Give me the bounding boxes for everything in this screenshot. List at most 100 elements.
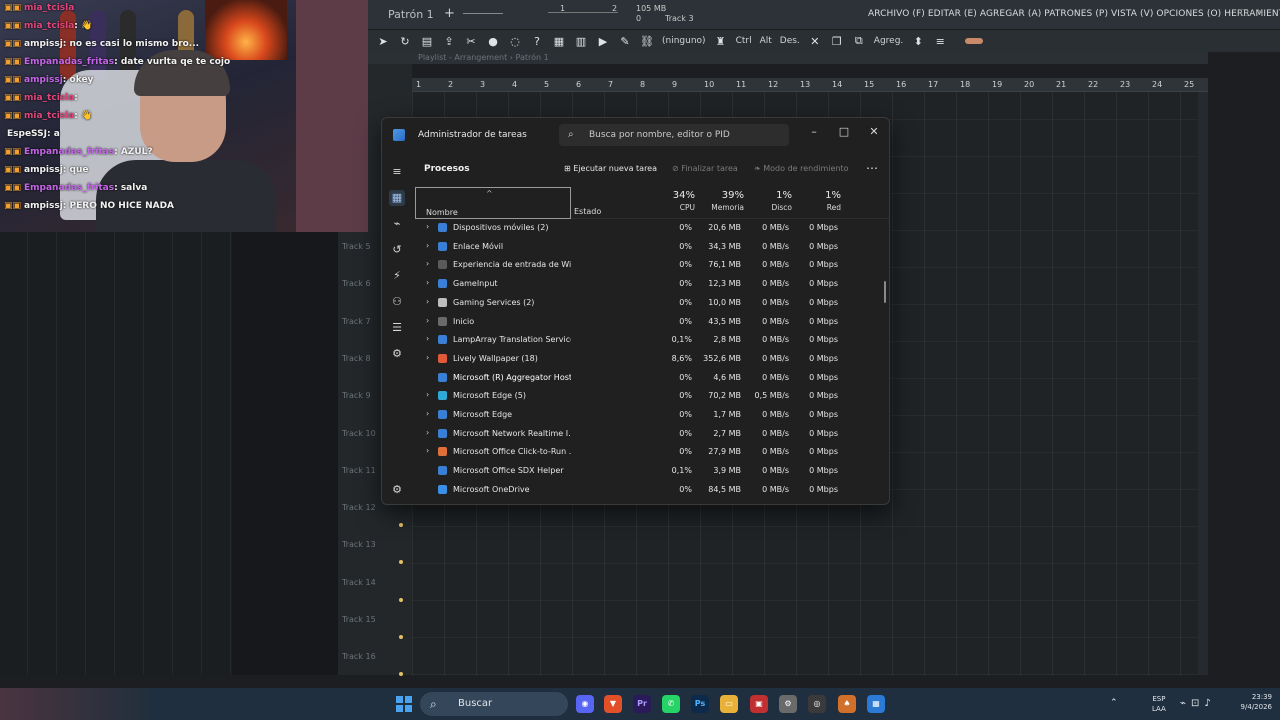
process-row[interactable]: › Enlace Móvil 0% 34,3 MB 0 MB/s 0 Mbps <box>415 238 885 256</box>
tempo-slider[interactable] <box>548 12 618 13</box>
chevron-right-icon[interactable]: › <box>426 222 429 231</box>
mixer-channel-strip[interactable] <box>116 232 144 675</box>
disk-column-header[interactable]: 1% Disco <box>742 190 792 214</box>
refresh-icon[interactable]: ↻ <box>398 35 412 48</box>
mic-icon[interactable]: ● <box>486 35 500 48</box>
maximize-button[interactable]: □ <box>830 122 858 142</box>
link-icon[interactable]: ⛓ <box>640 35 654 48</box>
premiere-icon[interactable]: Pr <box>633 695 651 713</box>
start-icon[interactable] <box>396 696 412 712</box>
end-task-button[interactable]: ⊘ Finalizar tarea <box>672 164 738 173</box>
discord-icon[interactable]: ◉ <box>576 695 594 713</box>
task-manager-titlebar[interactable]: Administrador de tareas ⌕ Busca por nomb… <box>382 118 889 154</box>
piano-icon[interactable]: ▥ <box>574 35 588 48</box>
mixer-channel-strip[interactable] <box>29 232 57 675</box>
chat-username[interactable]: mia_tcisla <box>24 111 74 121</box>
track-label[interactable]: Track 5 <box>342 242 371 251</box>
process-row[interactable]: › GameInput 0% 12,3 MB 0 MB/s 0 Mbps <box>415 275 885 293</box>
brush-icon[interactable]: ✎ <box>618 35 632 48</box>
chevron-right-icon[interactable]: › <box>426 297 429 306</box>
track-label[interactable]: Track 15 <box>342 615 376 624</box>
efficiency-mode-button[interactable]: ❧ Modo de rendimiento <box>754 164 849 173</box>
process-row[interactable]: Microsoft Office SDX Helper 0,1% 3,9 MB 0 M… <box>415 462 885 480</box>
alt-button[interactable]: Alt <box>760 36 772 46</box>
chevron-right-icon[interactable]: › <box>426 390 429 399</box>
chevron-right-icon[interactable]: › <box>426 316 429 325</box>
des-button[interactable]: Des. <box>780 36 800 46</box>
clock[interactable]: 23:39 9/4/2026 <box>1241 692 1272 712</box>
close-button[interactable]: ✕ <box>860 122 888 142</box>
task-manager-icon[interactable]: ▦ <box>867 695 885 713</box>
process-list-scrollbar[interactable] <box>884 281 886 303</box>
process-row[interactable]: › Dispositivos móviles (2) 0% 20,6 MB 0 MB/s… <box>415 219 885 237</box>
run-new-task-button[interactable]: ⊞ Ejecutar nueva tarea <box>564 164 657 173</box>
track-label[interactable]: Track 7 <box>342 317 371 326</box>
taskbar-widget[interactable] <box>0 688 150 720</box>
taskbar-search[interactable]: ⌕ Buscar <box>420 692 568 716</box>
help-icon[interactable]: ? <box>530 35 544 48</box>
close-icon[interactable]: ✕ <box>808 35 822 48</box>
grid-icon[interactable]: ▦ <box>552 35 566 48</box>
chevron-up-icon[interactable]: ⌃ <box>1110 698 1118 708</box>
chat-icon[interactable]: ◌ <box>508 35 522 48</box>
track-label[interactable]: Track 6 <box>342 279 371 288</box>
track-mute-indicator[interactable] <box>399 523 403 528</box>
track-label[interactable]: Track 13 <box>342 540 376 549</box>
process-row[interactable]: Microsoft OneDrive 0% 84,5 MB 0 MB/s 0 Mbps <box>415 481 885 499</box>
status-column-header[interactable]: Estado <box>574 207 601 216</box>
fl-studio-icon[interactable]: ♠ <box>838 695 856 713</box>
pattern-selector[interactable]: Patrón 1 <box>388 8 434 21</box>
list-icon[interactable]: ≡ <box>933 35 947 48</box>
chat-username[interactable]: Empanadas_fritas <box>24 57 114 67</box>
processes-nav-icon[interactable]: ▦ <box>389 190 405 206</box>
track-label[interactable]: Track 8 <box>342 354 371 363</box>
chevron-right-icon[interactable]: › <box>426 334 429 343</box>
ctrl-button[interactable]: Ctrl <box>736 36 752 46</box>
details-nav-icon[interactable]: ☰ <box>389 320 405 336</box>
language-indicator[interactable]: ESP LAA <box>1152 694 1166 714</box>
chevron-right-icon[interactable]: › <box>426 353 429 362</box>
agreg-button[interactable]: Agreg. <box>874 36 903 46</box>
upload-icon[interactable]: ⇪ <box>442 35 456 48</box>
mixer-channel-strip[interactable] <box>174 232 202 675</box>
network-column-header[interactable]: 1% Red <box>791 190 841 214</box>
chevron-right-icon[interactable]: › <box>426 259 429 268</box>
chat-username[interactable]: mia_tcisla <box>24 93 74 103</box>
settings-icon[interactable]: ⚙ <box>389 482 405 498</box>
track-label[interactable]: Track 12 <box>342 503 376 512</box>
file-explorer-icon[interactable]: ▭ <box>720 695 738 713</box>
chat-username[interactable]: ampissj <box>24 201 63 211</box>
process-row[interactable]: Microsoft (R) Aggregator Host 0% 4,6 MB 0 M… <box>415 369 885 387</box>
playlist-scrollbar[interactable] <box>1198 92 1208 675</box>
cut-icon[interactable]: ✂ <box>464 35 478 48</box>
cpu-column-header[interactable]: 34% CPU <box>645 190 695 214</box>
chat-username[interactable]: mia_tcisla <box>24 21 74 31</box>
paste-icon[interactable]: ⧉ <box>852 34 866 48</box>
startup-nav-icon[interactable]: ⚡ <box>389 268 405 284</box>
process-row[interactable]: › Microsoft Office Click-to-Run ... 0% 27,9… <box>415 443 885 461</box>
name-column-header[interactable]: ^ Nombre <box>415 187 571 219</box>
snap-selector[interactable]: (ninguno) <box>662 36 706 46</box>
chat-username[interactable]: mia_tcisla <box>24 3 74 13</box>
app-icon[interactable]: ▣ <box>750 695 768 713</box>
track-mute-indicator[interactable] <box>399 560 403 565</box>
process-row[interactable]: › Experiencia de entrada de Win... 0% 76,1 … <box>415 256 885 274</box>
arrow-icon[interactable]: ➤ <box>376 35 390 48</box>
menu-icon[interactable]: ≡ <box>389 164 405 180</box>
whatsapp-icon[interactable]: ✆ <box>662 695 680 713</box>
fl-window-controls[interactable]: –□✕ <box>1227 8 1272 18</box>
stamp-icon[interactable]: ♜ <box>714 35 728 48</box>
chat-username[interactable]: ampissj <box>24 165 63 175</box>
track-mute-indicator[interactable] <box>399 597 403 602</box>
process-row[interactable]: › Microsoft Edge (5) 0% 70,2 MB 0,5 MB/s 0 Mb… <box>415 387 885 405</box>
main-menu[interactable]: ARCHIVO (F) EDITAR (E) AGREGAR (A) PATRO… <box>868 9 1280 19</box>
photoshop-icon[interactable]: Ps <box>691 695 709 713</box>
track-label[interactable]: Track 10 <box>342 429 376 438</box>
system-tray-icons[interactable]: ⌁⊡♪ <box>1180 698 1216 709</box>
chevron-right-icon[interactable]: › <box>426 409 429 418</box>
mixer-channel-strip[interactable] <box>0 232 28 675</box>
process-row[interactable]: › Gaming Services (2) 0% 10,0 MB 0 MB/s 0 Mbp… <box>415 294 885 312</box>
chat-username[interactable]: ampissj <box>24 39 63 49</box>
chevron-right-icon[interactable]: › <box>426 278 429 287</box>
performance-nav-icon[interactable]: ⌁ <box>389 216 405 232</box>
